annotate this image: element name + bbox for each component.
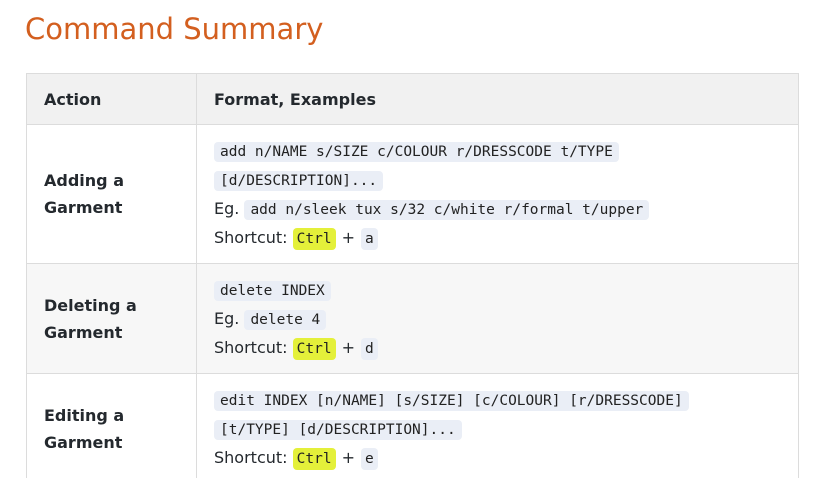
modifier-key: Ctrl xyxy=(292,448,336,470)
action-cell: Adding a Garment xyxy=(26,124,197,264)
command-format: edit INDEX [n/NAME] [s/SIZE] [c/COLOUR] … xyxy=(214,391,689,411)
shortcut-label: Shortcut: xyxy=(214,338,288,357)
action-cell: Editing a Garment xyxy=(26,373,197,478)
action-text: Editing a xyxy=(44,405,125,425)
column-header-format: Format, Examples xyxy=(196,73,799,125)
modifier-key: Ctrl xyxy=(292,228,336,250)
format-cell: add n/NAME s/SIZE c/COLOUR r/DRESSCODE t… xyxy=(196,124,799,264)
shortcut-label: Shortcut: xyxy=(214,448,288,467)
table-row: Editing a Garment edit INDEX [n/NAME] [s… xyxy=(26,373,799,478)
plus-sign: + xyxy=(341,338,355,357)
command-example: delete 4 xyxy=(244,310,327,330)
command-example: add n/sleek tux s/32 c/white r/formal t/… xyxy=(244,200,650,220)
action-text: Deleting a xyxy=(44,295,137,315)
shortcut-key: a xyxy=(360,228,378,250)
command-format: [t/TYPE] [d/DESCRIPTION]... xyxy=(214,420,462,440)
example-label: Eg. xyxy=(214,309,240,328)
action-text: Adding a xyxy=(44,171,124,190)
action-text: Garment xyxy=(44,198,123,217)
column-header-action: Action xyxy=(26,73,197,125)
action-text: Garment xyxy=(44,322,123,342)
format-cell: edit INDEX [n/NAME] [s/SIZE] [c/COLOUR] … xyxy=(196,373,799,478)
table-row: Adding a Garment add n/NAME s/SIZE c/COL… xyxy=(26,124,799,264)
command-format: delete INDEX xyxy=(214,281,331,301)
plus-sign: + xyxy=(341,228,355,247)
command-summary-table: Action Format, Examples Adding a Garment… xyxy=(26,73,799,478)
shortcut-label: Shortcut: xyxy=(214,228,288,247)
page-title: Command Summary xyxy=(25,12,324,46)
table-header-row: Action Format, Examples xyxy=(26,73,799,125)
table-row: Deleting a Garment delete INDEX Eg. dele… xyxy=(26,263,799,374)
example-label: Eg. xyxy=(214,199,240,218)
page: Command Summary Action Format, Examples … xyxy=(0,0,816,478)
command-format: [d/DESCRIPTION]... xyxy=(214,171,384,191)
shortcut-key: d xyxy=(360,338,378,360)
action-text: Garment xyxy=(44,432,123,452)
modifier-key: Ctrl xyxy=(292,338,336,360)
command-format: add n/NAME s/SIZE c/COLOUR r/DRESSCODE t… xyxy=(214,142,619,162)
plus-sign: + xyxy=(341,448,355,467)
format-cell: delete INDEX Eg. delete 4 Shortcut: Ctrl… xyxy=(196,263,799,374)
action-cell: Deleting a Garment xyxy=(26,263,197,374)
shortcut-key: e xyxy=(360,448,378,470)
